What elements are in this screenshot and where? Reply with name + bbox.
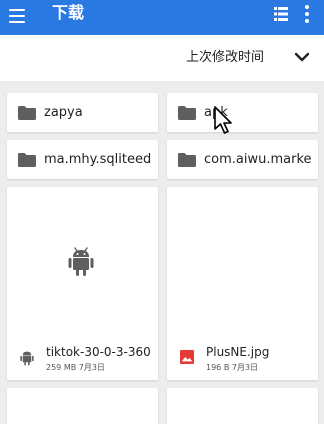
file-size: 259 MB xyxy=(46,363,77,372)
hamburger-menu-icon[interactable] xyxy=(9,9,25,23)
folder-card-ma-mhy[interactable]: ma.mhy.sqliteedi... xyxy=(7,140,158,179)
folder-icon xyxy=(18,153,36,167)
file-meta: 196 B 7月3日 xyxy=(206,362,312,373)
folder-name: ma.mhy.sqliteedi... xyxy=(44,152,152,167)
sort-bar: 上次修改时间 xyxy=(0,35,324,81)
file-meta: 259 MB 7月3日 xyxy=(46,362,152,373)
folder-card-zapya[interactable]: zapya xyxy=(7,93,158,132)
file-card-tiktok[interactable]: tiktok-30-0-3-360... 259 MB 7月3日 xyxy=(7,187,158,380)
chevron-down-icon[interactable] xyxy=(294,51,310,63)
folder-name: zapya xyxy=(44,105,83,120)
page-title: 下载 xyxy=(52,3,85,22)
file-size: 196 B xyxy=(206,363,230,372)
file-thumbnail xyxy=(7,187,158,335)
folder-name: com.aiwu.market xyxy=(204,152,312,167)
app-bar: 下载 xyxy=(0,0,324,35)
file-card-plusne[interactable]: PlusNE.jpg 196 B 7月3日 xyxy=(167,187,318,380)
image-icon xyxy=(180,350,194,364)
folder-card-com-aiwu[interactable]: com.aiwu.market xyxy=(167,140,318,179)
folder-icon xyxy=(178,153,196,167)
file-thumbnail xyxy=(167,187,318,335)
folder-name: apk xyxy=(204,105,228,120)
file-name: PlusNE.jpg xyxy=(206,345,270,359)
android-icon xyxy=(20,351,34,366)
file-name: tiktok-30-0-3-360... xyxy=(46,345,152,359)
folder-icon xyxy=(178,106,196,120)
more-vert-icon[interactable] xyxy=(304,5,310,23)
folder-card-apk[interactable]: apk xyxy=(167,93,318,132)
file-date: 7月3日 xyxy=(78,363,105,372)
file-date: 7月3日 xyxy=(231,363,259,372)
file-card-partial[interactable] xyxy=(7,388,158,424)
folder-icon xyxy=(18,106,36,120)
sort-label[interactable]: 上次修改时间 xyxy=(186,48,264,68)
android-icon xyxy=(68,247,94,276)
file-card-partial[interactable] xyxy=(167,388,318,424)
list-view-icon[interactable] xyxy=(274,7,288,21)
